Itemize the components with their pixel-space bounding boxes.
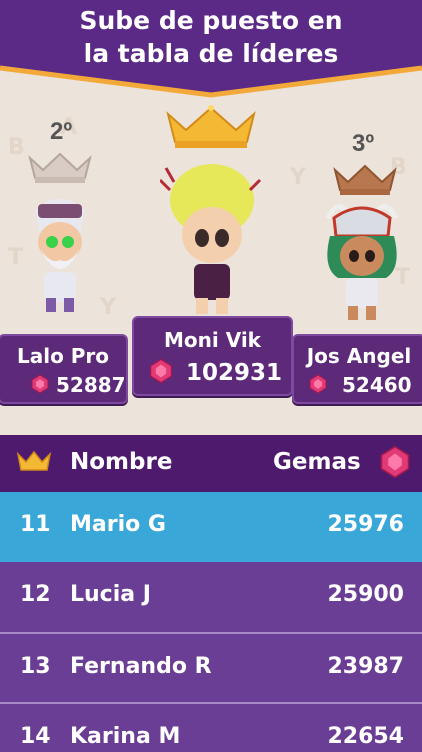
column-header-gems[interactable]: Gemas [273, 449, 361, 475]
gem-icon [149, 358, 173, 384]
banner-line-1: Sube de puesto en [79, 6, 343, 35]
row-gems: 22654 [327, 724, 404, 749]
third-place-label: 3º [352, 130, 375, 157]
second-place-name: Lalo Pro [16, 344, 110, 368]
row-gems: 25900 [327, 582, 404, 607]
first-place-name: Moni Vik [164, 328, 261, 352]
banner-title: Sube de puesto en la tabla de líderes [0, 4, 422, 70]
crown-small-icon [16, 450, 52, 471]
leaderboard-row[interactable]: 14 Karina M 22654 [0, 702, 422, 752]
crown-bronze-icon [333, 164, 397, 195]
character-jos-angel [325, 204, 399, 320]
row-name: Karina M [70, 724, 181, 749]
leaderboard-row[interactable]: 12 Lucia J 25900 [0, 562, 422, 632]
gem-icon [380, 445, 410, 479]
podium-plate-first: Moni Vik 102931 [132, 316, 293, 396]
leaderboard-header: Nombre Gemas [0, 435, 422, 492]
row-rank: 14 [20, 724, 51, 749]
row-rank: 11 [20, 512, 51, 537]
row-rank: 12 [20, 582, 51, 607]
character-lalo-pro [35, 199, 85, 312]
third-place-gems: 52460 [342, 373, 412, 397]
top-banner: Sube de puesto en la tabla de líderes [0, 0, 422, 100]
crown-silver-icon [28, 152, 92, 183]
leaderboard-row-highlighted[interactable]: 11 Mario G 25976 [0, 492, 422, 562]
banner-line-2: la tabla de líderes [83, 39, 339, 68]
row-name: Lucia J [70, 582, 151, 607]
first-place-gems: 102931 [186, 360, 283, 386]
row-gems: 25976 [327, 512, 404, 537]
second-place-gems: 52887 [56, 373, 126, 397]
row-name: Mario G [70, 512, 166, 537]
row-name: Fernando R [70, 654, 212, 679]
column-header-name[interactable]: Nombre [70, 449, 172, 475]
crown-gold-icon [166, 105, 256, 148]
podium-plate-third: Jos Angel 52460 [292, 334, 422, 404]
second-place-label: 2º [50, 118, 73, 145]
row-rank: 13 [20, 654, 51, 679]
row-gems: 23987 [327, 654, 404, 679]
character-moni-vik [160, 164, 262, 314]
gem-icon [309, 374, 327, 394]
leaderboard-row[interactable]: 13 Fernando R 23987 [0, 632, 422, 704]
third-place-name: Jos Angel [306, 344, 412, 368]
podium-plate-second: Lalo Pro 52887 [0, 334, 128, 404]
gem-icon [31, 374, 49, 394]
